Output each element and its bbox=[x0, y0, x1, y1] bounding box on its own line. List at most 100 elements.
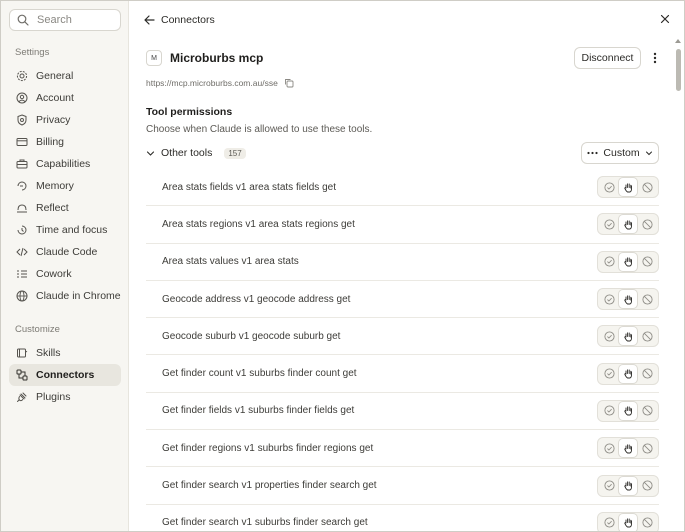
sidebar-item-skills[interactable]: Skills bbox=[9, 342, 121, 364]
permission-mode-dropdown[interactable]: Custom bbox=[581, 142, 659, 164]
sidebar-item-account[interactable]: Account bbox=[9, 87, 121, 109]
sidebar-item-label: Time and focus bbox=[36, 224, 108, 236]
sidebar-item-cowork[interactable]: Cowork bbox=[9, 263, 121, 285]
tool-group-header: Other tools 157 Custom bbox=[146, 142, 659, 164]
block-icon bbox=[641, 405, 653, 416]
always-allow-button[interactable] bbox=[600, 439, 618, 457]
block-button[interactable] bbox=[638, 365, 656, 383]
needs-approval-button[interactable] bbox=[619, 364, 637, 383]
needs-approval-button[interactable] bbox=[619, 252, 637, 271]
needs-approval-button[interactable] bbox=[619, 327, 637, 346]
block-button[interactable] bbox=[638, 514, 656, 531]
other-tools-toggle[interactable]: Other tools 157 bbox=[146, 147, 246, 159]
back-link-label: Connectors bbox=[161, 14, 215, 26]
sidebar-item-connectors[interactable]: Connectors bbox=[9, 364, 121, 386]
sidebar-item-privacy[interactable]: Privacy bbox=[9, 109, 121, 131]
sidebar-item-label: Memory bbox=[36, 180, 74, 192]
tool-permissions-title: Tool permissions bbox=[146, 106, 233, 118]
needs-approval-button[interactable] bbox=[619, 215, 637, 234]
always-allow-button[interactable] bbox=[600, 514, 618, 531]
needs-approval-button[interactable] bbox=[619, 178, 637, 197]
search-input[interactable] bbox=[37, 14, 117, 26]
block-icon bbox=[641, 480, 653, 491]
search-box[interactable] bbox=[9, 9, 121, 31]
sidebar-item-plugins[interactable]: Plugins bbox=[9, 386, 121, 408]
user-circle-icon bbox=[16, 92, 28, 104]
sidebar-item-time-and-focus[interactable]: Time and focus bbox=[9, 219, 121, 241]
connectors-icon bbox=[16, 369, 28, 381]
always-allow-button[interactable] bbox=[600, 365, 618, 383]
back-link[interactable]: Connectors bbox=[144, 11, 215, 29]
always-allow-button[interactable] bbox=[600, 178, 618, 196]
tool-list: Area stats fields v1 area stats fields g… bbox=[146, 169, 659, 531]
block-button[interactable] bbox=[638, 402, 656, 420]
needs-approval-button[interactable] bbox=[619, 513, 637, 531]
tool-row: Get finder search v1 suburbs finder sear… bbox=[146, 505, 659, 531]
tool-row: Get finder regions v1 suburbs finder reg… bbox=[146, 430, 659, 468]
always-allow-button[interactable] bbox=[600, 477, 618, 495]
check-circle-icon bbox=[603, 480, 615, 491]
tool-name: Area stats fields v1 area stats fields g… bbox=[162, 181, 336, 193]
tool-permission-selector bbox=[597, 437, 659, 460]
disconnect-button[interactable]: Disconnect bbox=[574, 47, 641, 69]
sidebar-item-label: Plugins bbox=[36, 391, 71, 403]
sidebar-item-reflect[interactable]: Reflect bbox=[9, 197, 121, 219]
sidebar-item-label: Skills bbox=[36, 347, 61, 359]
search-icon bbox=[17, 14, 29, 26]
close-icon[interactable] bbox=[658, 12, 672, 26]
always-allow-button[interactable] bbox=[600, 290, 618, 308]
sidebar-item-label: Billing bbox=[36, 136, 65, 148]
sidebar-item-memory[interactable]: Memory bbox=[9, 175, 121, 197]
check-circle-icon bbox=[603, 293, 615, 305]
always-allow-button[interactable] bbox=[600, 215, 618, 233]
check-circle-icon bbox=[603, 256, 615, 267]
sidebar-item-label: Account bbox=[36, 92, 74, 104]
always-allow-button[interactable] bbox=[600, 253, 618, 271]
block-button[interactable] bbox=[638, 290, 656, 308]
tool-count-badge: 157 bbox=[224, 147, 246, 159]
needs-approval-button[interactable] bbox=[619, 439, 637, 458]
block-button[interactable] bbox=[638, 253, 656, 271]
sidebar-item-claude-in-chrome[interactable]: Claude in Chrome bbox=[9, 285, 121, 307]
sidebar-item-capabilities[interactable]: Capabilities bbox=[9, 153, 121, 175]
sidebar-item-general[interactable]: General bbox=[9, 65, 121, 87]
block-button[interactable] bbox=[638, 327, 656, 345]
hand-icon bbox=[623, 518, 632, 528]
toolbox-icon bbox=[16, 159, 28, 169]
tool-name: Get finder count v1 suburbs finder count… bbox=[162, 368, 357, 380]
check-circle-icon bbox=[603, 182, 615, 193]
sidebar-item-claude-code[interactable]: Claude Code bbox=[9, 241, 121, 263]
more-options-icon[interactable] bbox=[649, 51, 661, 65]
timer-icon bbox=[17, 225, 27, 235]
tool-row: Geocode suburb v1 geocode suburb get bbox=[146, 318, 659, 356]
block-button[interactable] bbox=[638, 477, 656, 495]
hand-icon bbox=[623, 481, 632, 491]
check-circle-icon bbox=[603, 517, 615, 528]
needs-approval-button[interactable] bbox=[619, 401, 637, 420]
needs-approval-button[interactable] bbox=[619, 290, 637, 309]
needs-approval-button[interactable] bbox=[619, 476, 637, 495]
tool-permission-selector bbox=[597, 399, 659, 422]
block-button[interactable] bbox=[638, 439, 656, 457]
arrow-left-icon bbox=[144, 15, 155, 25]
scrollbar-thumb[interactable] bbox=[676, 49, 681, 91]
copy-icon[interactable] bbox=[284, 78, 294, 88]
server-logo: M bbox=[146, 50, 162, 66]
tool-permission-selector bbox=[597, 213, 659, 236]
block-button[interactable] bbox=[638, 178, 656, 196]
sidebar-item-billing[interactable]: Billing bbox=[9, 131, 121, 153]
always-allow-button[interactable] bbox=[600, 402, 618, 420]
chevron-down-icon bbox=[645, 151, 652, 156]
tool-permission-selector bbox=[597, 511, 659, 531]
block-icon bbox=[641, 256, 653, 267]
settings-section-label: Settings bbox=[15, 47, 50, 58]
block-icon bbox=[641, 293, 653, 305]
scroll-up-arrow[interactable] bbox=[675, 39, 681, 43]
sidebar-item-label: Claude Code bbox=[36, 246, 98, 258]
tool-name: Geocode suburb v1 geocode suburb get bbox=[162, 330, 341, 342]
tool-permission-selector bbox=[597, 325, 659, 348]
always-allow-button[interactable] bbox=[600, 327, 618, 345]
tool-name: Area stats values v1 area stats bbox=[162, 256, 299, 268]
block-button[interactable] bbox=[638, 215, 656, 233]
code-icon bbox=[16, 247, 28, 257]
